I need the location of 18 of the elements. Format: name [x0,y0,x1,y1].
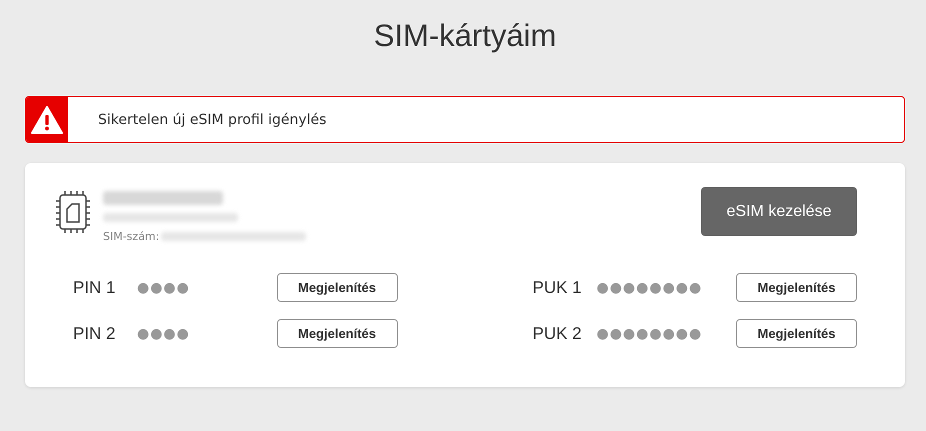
code-label: PIN 1 [73,278,117,298]
sim-number-label: SIM-szám: [103,230,160,243]
show-button[interactable]: Megjelenítés [736,273,857,302]
warning-icon [31,106,63,134]
masked-code: ●●●●●●●● [596,280,704,296]
sim-card-icon [55,191,91,233]
code-label: PUK 1 [532,278,583,298]
show-button[interactable]: Megjelenítés [276,273,398,302]
manage-esim-button[interactable]: eSIM kezelése [701,187,857,236]
alert-message: Sikertelen új eSIM profil igénylés [98,112,326,128]
code-label: PIN 2 [73,324,117,344]
show-button[interactable]: Megjelenítés [276,319,398,348]
masked-code: ●●●●●●●● [596,326,704,342]
show-button[interactable]: Megjelenítés [736,319,857,348]
masked-code: ●●●● [137,280,191,296]
code-label: PUK 2 [532,324,583,344]
masked-code: ●●●● [137,326,191,342]
page-title: SIM-kártyáim [372,17,558,55]
